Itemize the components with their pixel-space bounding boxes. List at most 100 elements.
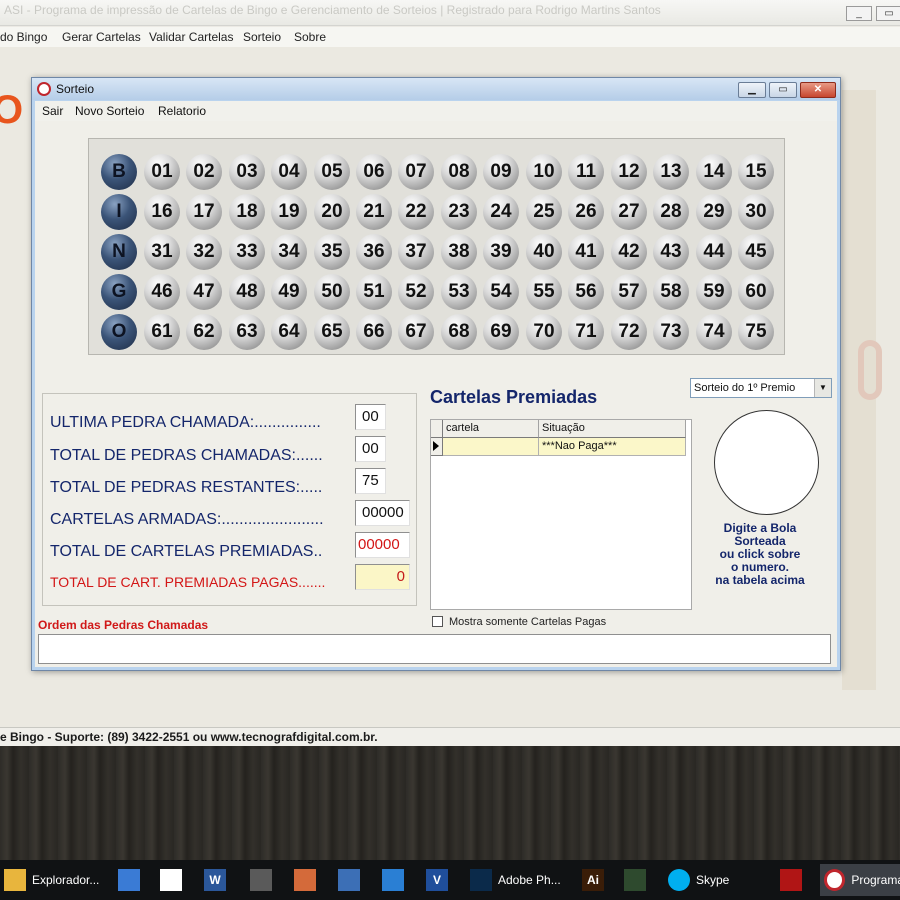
number-ball[interactable]: 65	[314, 314, 350, 350]
number-ball[interactable]: 27	[611, 194, 647, 230]
taskbar-item[interactable]: Programa	[820, 864, 900, 896]
number-ball[interactable]: 42	[611, 234, 647, 270]
number-ball[interactable]: 61	[144, 314, 180, 350]
ordem-pedras-field[interactable]	[38, 634, 831, 664]
taskbar-item[interactable]	[118, 864, 146, 896]
number-ball[interactable]: 32	[186, 234, 222, 270]
number-ball[interactable]: 28	[653, 194, 689, 230]
number-ball[interactable]: 05	[314, 154, 350, 190]
number-ball[interactable]: 30	[738, 194, 774, 230]
taskbar-item[interactable]	[780, 864, 808, 896]
number-ball[interactable]: 22	[398, 194, 434, 230]
number-ball[interactable]: 36	[356, 234, 392, 270]
outer-menu-bingo[interactable]: do Bingo	[0, 30, 47, 44]
number-ball[interactable]: 04	[271, 154, 307, 190]
number-ball[interactable]: 52	[398, 274, 434, 310]
number-ball[interactable]: 41	[568, 234, 604, 270]
taskbar-item[interactable]: V	[426, 864, 454, 896]
number-ball[interactable]: 63	[229, 314, 265, 350]
number-ball[interactable]: 31	[144, 234, 180, 270]
menu-sair[interactable]: Sair	[42, 104, 63, 118]
number-ball[interactable]: 53	[441, 274, 477, 310]
taskbar-item[interactable]	[338, 864, 366, 896]
number-ball[interactable]: 67	[398, 314, 434, 350]
number-ball[interactable]: 34	[271, 234, 307, 270]
number-ball[interactable]: 49	[271, 274, 307, 310]
outer-menu-validar-cartelas[interactable]: Validar Cartelas	[149, 30, 233, 44]
number-ball[interactable]: 46	[144, 274, 180, 310]
menu-novo-sorteio[interactable]: Novo Sorteio	[75, 104, 144, 118]
number-ball[interactable]: 58	[653, 274, 689, 310]
number-ball[interactable]: 64	[271, 314, 307, 350]
number-ball[interactable]: 50	[314, 274, 350, 310]
number-ball[interactable]: 74	[696, 314, 732, 350]
number-ball[interactable]: 35	[314, 234, 350, 270]
number-ball[interactable]: 71	[568, 314, 604, 350]
outer-menu-sobre[interactable]: Sobre	[294, 30, 326, 44]
number-ball[interactable]: 39	[483, 234, 519, 270]
number-ball[interactable]: 66	[356, 314, 392, 350]
number-ball[interactable]: 69	[483, 314, 519, 350]
number-ball[interactable]: 57	[611, 274, 647, 310]
mostra-pagas-checkbox[interactable]: Mostra somente Cartelas Pagas	[432, 616, 606, 628]
number-ball[interactable]: 09	[483, 154, 519, 190]
number-ball[interactable]: 33	[229, 234, 265, 270]
number-ball[interactable]: 47	[186, 274, 222, 310]
minimize-button[interactable]: ▁	[738, 82, 766, 98]
number-ball[interactable]: 15	[738, 154, 774, 190]
taskbar-item[interactable]	[294, 864, 322, 896]
number-ball[interactable]: 20	[314, 194, 350, 230]
number-ball[interactable]: 70	[526, 314, 562, 350]
number-ball[interactable]: 24	[483, 194, 519, 230]
taskbar-item[interactable]: Explorador...	[4, 864, 99, 896]
close-button[interactable]: ✕	[800, 82, 836, 98]
taskbar-item[interactable]	[382, 864, 410, 896]
maximize-button[interactable]: ▭	[769, 82, 797, 98]
taskbar-item[interactable]	[160, 864, 188, 896]
taskbar-item[interactable]: Adobe Ph...	[470, 864, 561, 896]
number-ball[interactable]: 23	[441, 194, 477, 230]
premio-select[interactable]: Sorteio do 1º Premio ▼	[690, 378, 832, 398]
cartelas-premiadas-grid[interactable]: cartela Situação ***Nao Paga***	[430, 419, 692, 610]
outer-menu-gerar-cartelas[interactable]: Gerar Cartelas	[62, 30, 141, 44]
taskbar-item[interactable]: Ai	[582, 864, 610, 896]
number-ball[interactable]: 59	[696, 274, 732, 310]
number-ball[interactable]: 43	[653, 234, 689, 270]
number-ball[interactable]: 02	[186, 154, 222, 190]
number-ball[interactable]: 29	[696, 194, 732, 230]
number-ball[interactable]: 25	[526, 194, 562, 230]
grid-cell-situacao[interactable]: ***Nao Paga***	[539, 438, 686, 456]
grid-cell-cartela[interactable]	[443, 438, 539, 456]
number-ball[interactable]: 62	[186, 314, 222, 350]
number-ball[interactable]: 75	[738, 314, 774, 350]
number-ball[interactable]: 68	[441, 314, 477, 350]
taskbar-item[interactable]	[624, 864, 652, 896]
number-ball[interactable]: 08	[441, 154, 477, 190]
checkbox-box[interactable]	[432, 616, 443, 627]
number-ball[interactable]: 26	[568, 194, 604, 230]
number-ball[interactable]: 18	[229, 194, 265, 230]
grid-header-situacao[interactable]: Situação	[539, 420, 686, 438]
number-ball[interactable]: 03	[229, 154, 265, 190]
number-ball[interactable]: 11	[568, 154, 604, 190]
number-ball[interactable]: 54	[483, 274, 519, 310]
number-ball[interactable]: 21	[356, 194, 392, 230]
chevron-down-icon[interactable]: ▼	[814, 379, 831, 397]
number-ball[interactable]: 07	[398, 154, 434, 190]
grid-header-cartela[interactable]: cartela	[443, 420, 539, 438]
number-ball[interactable]: 55	[526, 274, 562, 310]
number-ball[interactable]: 73	[653, 314, 689, 350]
number-ball[interactable]: 13	[653, 154, 689, 190]
taskbar-item[interactable]: W	[204, 864, 232, 896]
number-ball[interactable]: 60	[738, 274, 774, 310]
taskbar-item[interactable]: Skype	[668, 864, 729, 896]
outer-maximize-button[interactable]: ▭	[876, 6, 900, 21]
number-ball[interactable]: 10	[526, 154, 562, 190]
number-ball[interactable]: 51	[356, 274, 392, 310]
number-ball[interactable]: 14	[696, 154, 732, 190]
number-ball[interactable]: 01	[144, 154, 180, 190]
number-ball[interactable]: 16	[144, 194, 180, 230]
outer-minimize-button[interactable]: _	[846, 6, 872, 21]
number-ball[interactable]: 12	[611, 154, 647, 190]
number-ball[interactable]: 40	[526, 234, 562, 270]
